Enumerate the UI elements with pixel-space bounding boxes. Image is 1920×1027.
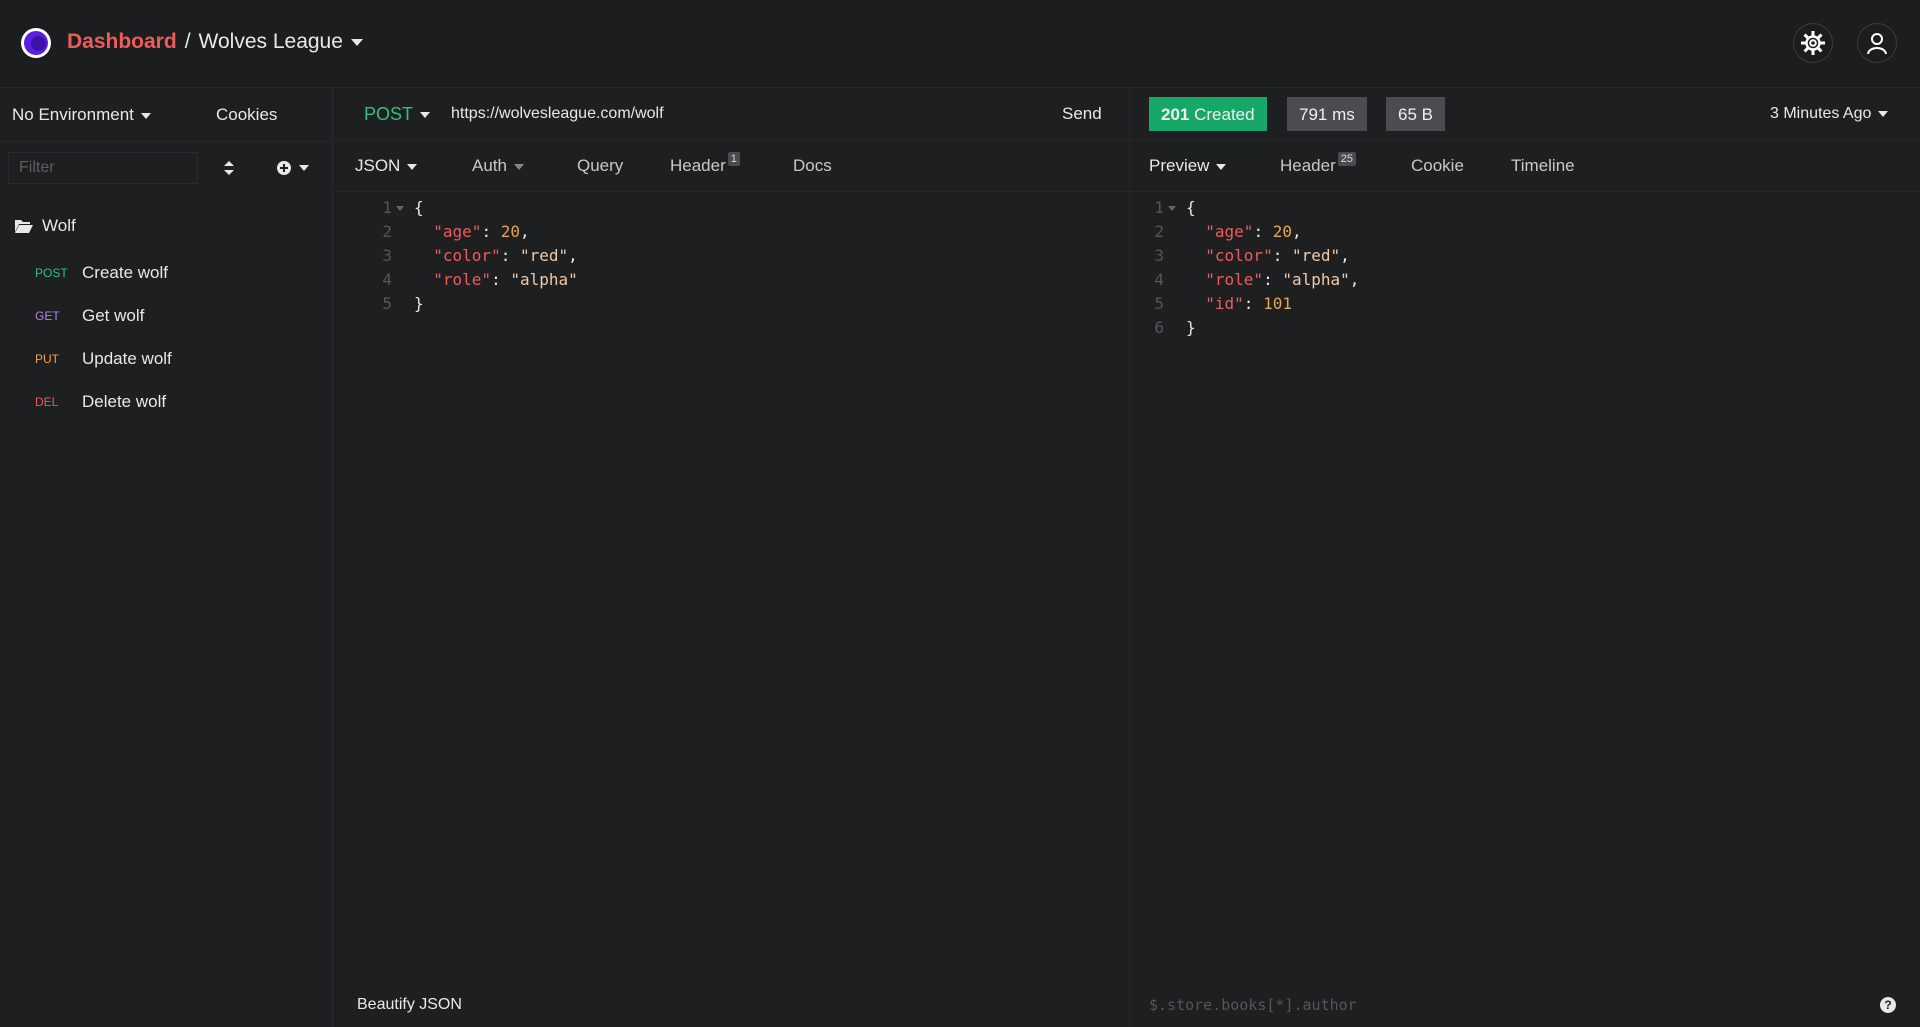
request-item-delete[interactable]: DEL Delete wolf bbox=[0, 382, 333, 422]
status-badge: 201 Created bbox=[1149, 97, 1267, 131]
chevron-down-icon bbox=[407, 163, 418, 170]
chevron-down-icon bbox=[298, 165, 309, 171]
request-name: Create wolf bbox=[82, 263, 168, 282]
environment-label: No Environment bbox=[12, 105, 134, 124]
tab-label: Header bbox=[670, 156, 726, 175]
method-label: POST bbox=[364, 104, 414, 124]
tab-auth[interactable]: Auth bbox=[472, 156, 524, 176]
status-text: Created bbox=[1194, 105, 1255, 124]
tab-header[interactable]: Header 1 bbox=[670, 152, 740, 176]
jsonpath-filter-input[interactable]: $.store.books[*].author bbox=[1149, 996, 1357, 1014]
request-name: Get wolf bbox=[82, 306, 145, 325]
folder-label: Wolf bbox=[42, 216, 76, 235]
tab-label: JSON bbox=[355, 156, 401, 175]
environment-dropdown[interactable]: No Environment bbox=[12, 105, 151, 125]
method-dropdown[interactable]: POST bbox=[364, 104, 431, 125]
pane-divider[interactable] bbox=[1129, 88, 1130, 1027]
folder-open-icon bbox=[15, 220, 33, 233]
filter-input[interactable] bbox=[8, 152, 198, 184]
request-item-update[interactable]: PUT Update wolf bbox=[0, 339, 333, 379]
cookies-button[interactable]: Cookies bbox=[216, 105, 277, 125]
request-name: Delete wolf bbox=[82, 392, 167, 411]
tab-preview[interactable]: Preview bbox=[1149, 156, 1227, 176]
chevron-down-icon bbox=[140, 112, 151, 119]
request-item-create[interactable]: POST Create wolf bbox=[0, 253, 333, 293]
method-badge: PUT bbox=[35, 352, 59, 366]
tab-response-header[interactable]: Header 25 bbox=[1280, 152, 1357, 176]
breadcrumb-separator: / bbox=[184, 30, 191, 53]
url-input[interactable]: https://wolvesleague.com/wolf bbox=[451, 105, 664, 123]
chevron-down-icon bbox=[513, 163, 524, 170]
sort-icon bbox=[224, 161, 234, 175]
request-name: Update wolf bbox=[82, 349, 172, 368]
tab-label: Header bbox=[1280, 156, 1336, 175]
count-badge: 25 bbox=[1337, 152, 1357, 166]
send-button[interactable]: Send bbox=[1062, 104, 1102, 124]
sidebar: No Environment Cookies Filter Wolf POST … bbox=[0, 88, 333, 1027]
tab-query[interactable]: Query bbox=[577, 156, 623, 176]
tab-cookie[interactable]: Cookie bbox=[1411, 156, 1464, 176]
chevron-down-icon bbox=[420, 112, 431, 119]
workspace-name: Wolves League bbox=[198, 30, 343, 53]
request-tabs: JSON Auth Query Header 1 Docs bbox=[334, 140, 1129, 192]
tab-docs[interactable]: Docs bbox=[793, 156, 832, 176]
folder-wolf[interactable]: Wolf bbox=[14, 216, 76, 236]
request-item-get[interactable]: GET Get wolf bbox=[0, 296, 333, 336]
plus-circle-icon bbox=[276, 161, 291, 175]
settings-button[interactable] bbox=[1793, 23, 1833, 63]
workspace-dropdown[interactable]: Wolves League bbox=[199, 30, 363, 54]
size-badge: 65 B bbox=[1386, 97, 1445, 131]
gear-icon bbox=[1801, 31, 1825, 55]
chevron-down-icon bbox=[1878, 110, 1889, 117]
history-dropdown[interactable]: 3 Minutes Ago bbox=[1770, 105, 1889, 123]
environment-row: No Environment Cookies bbox=[0, 88, 333, 142]
chevron-down-icon bbox=[350, 38, 363, 46]
request-footer: Beautify JSON bbox=[334, 988, 1129, 1027]
app-logo-icon[interactable] bbox=[21, 28, 51, 58]
breadcrumb-dashboard[interactable]: Dashboard bbox=[67, 30, 177, 54]
beautify-json-button[interactable]: Beautify JSON bbox=[357, 996, 462, 1014]
tab-label: Auth bbox=[472, 156, 507, 175]
top-bar: Dashboard / Wolves League bbox=[0, 0, 1920, 88]
app-window: Dashboard / Wolves League No Environment… bbox=[0, 0, 1920, 1027]
help-icon[interactable]: ? bbox=[1880, 997, 1896, 1013]
status-code: 201 bbox=[1161, 105, 1190, 124]
chevron-down-icon bbox=[1216, 163, 1227, 170]
filter-row bbox=[0, 142, 333, 192]
user-icon bbox=[1867, 33, 1887, 55]
history-label: 3 Minutes Ago bbox=[1770, 105, 1872, 122]
method-badge: DEL bbox=[35, 395, 59, 409]
response-bar: 201 Created 791 ms 65 B 3 Minutes Ago bbox=[1130, 88, 1920, 140]
tab-body[interactable]: JSON bbox=[355, 156, 418, 176]
method-badge: GET bbox=[35, 309, 60, 323]
count-badge: 1 bbox=[727, 152, 740, 166]
sort-button[interactable] bbox=[215, 154, 243, 182]
time-badge: 791 ms bbox=[1287, 97, 1367, 131]
breadcrumb: Dashboard / Wolves League bbox=[67, 30, 363, 54]
tab-label: Preview bbox=[1149, 156, 1210, 175]
account-button[interactable] bbox=[1857, 23, 1897, 63]
url-bar: POST https://wolvesleague.com/wolf Send bbox=[334, 88, 1129, 140]
add-request-button[interactable] bbox=[272, 154, 312, 182]
tab-timeline[interactable]: Timeline bbox=[1511, 156, 1575, 176]
method-badge: POST bbox=[35, 266, 68, 280]
response-tabs: Preview Header 25 Cookie Timeline bbox=[1130, 140, 1920, 192]
